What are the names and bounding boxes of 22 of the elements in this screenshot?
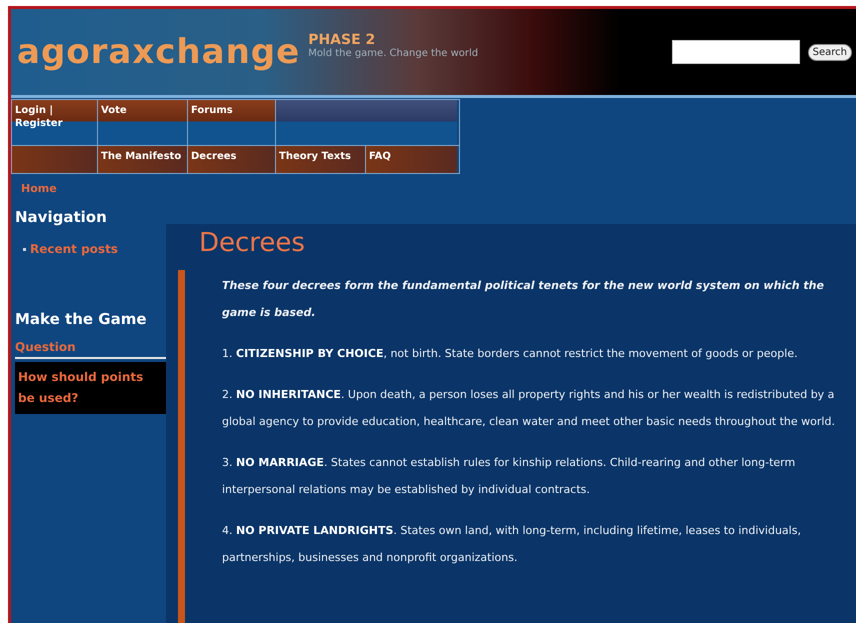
question-box[interactable]: How should points be used? bbox=[15, 362, 166, 414]
decree-text: 1. CITIZENSHIP BY CHOICE, not birth. State borders cannot restrict the movement of goods or people. bbox=[222, 346, 799, 362]
decree-text: 3. NO MARRIAGE. States cannot establish rules for kinship relations. Child-rearing and other long-term interpersonal relations may be established by individual contracts. bbox=[222, 455, 796, 498]
nav-link[interactable]: Login | Register bbox=[12, 100, 98, 145]
search-button[interactable]: Search bbox=[808, 44, 852, 60]
tagline: Mold the game. Change the world bbox=[308, 48, 478, 58]
bullet-icon bbox=[23, 248, 26, 252]
sidebar-heading: Make the Game bbox=[15, 310, 148, 328]
nav-link[interactable]: Vote bbox=[98, 100, 188, 145]
nav-link[interactable]: FAQ bbox=[366, 146, 457, 173]
nav-link[interactable]: Forums bbox=[188, 100, 276, 145]
search-field[interactable] bbox=[672, 40, 800, 64]
phase-label: PHASE 2 bbox=[308, 32, 376, 48]
nav-link[interactable]: The Manifesto bbox=[98, 146, 188, 173]
page-title: Decrees bbox=[199, 228, 306, 258]
sidebar-heading: Navigation bbox=[15, 208, 108, 226]
nav-link[interactable]: Theory Texts bbox=[276, 146, 366, 173]
intro-text: These four decrees form the fundamental political tenets for the new world system on which the game is based. bbox=[222, 278, 825, 321]
nav-link[interactable]: Decrees bbox=[188, 146, 276, 173]
decree-text: 2. NO INHERITANCE. Upon death, a person loses all property rights and his or her wealth is redistributed by a global agency to provide education, healthcare, clean water and meet other basic needs throughout the world. bbox=[222, 387, 836, 430]
site-logo: agoraxchange bbox=[17, 32, 300, 72]
decree-text: 4. NO PRIVATE LANDRIGHTS. States own land, with long-term, including lifetime, leases to individuals, partnerships, businesses and nonprofit organizations. bbox=[222, 523, 802, 566]
